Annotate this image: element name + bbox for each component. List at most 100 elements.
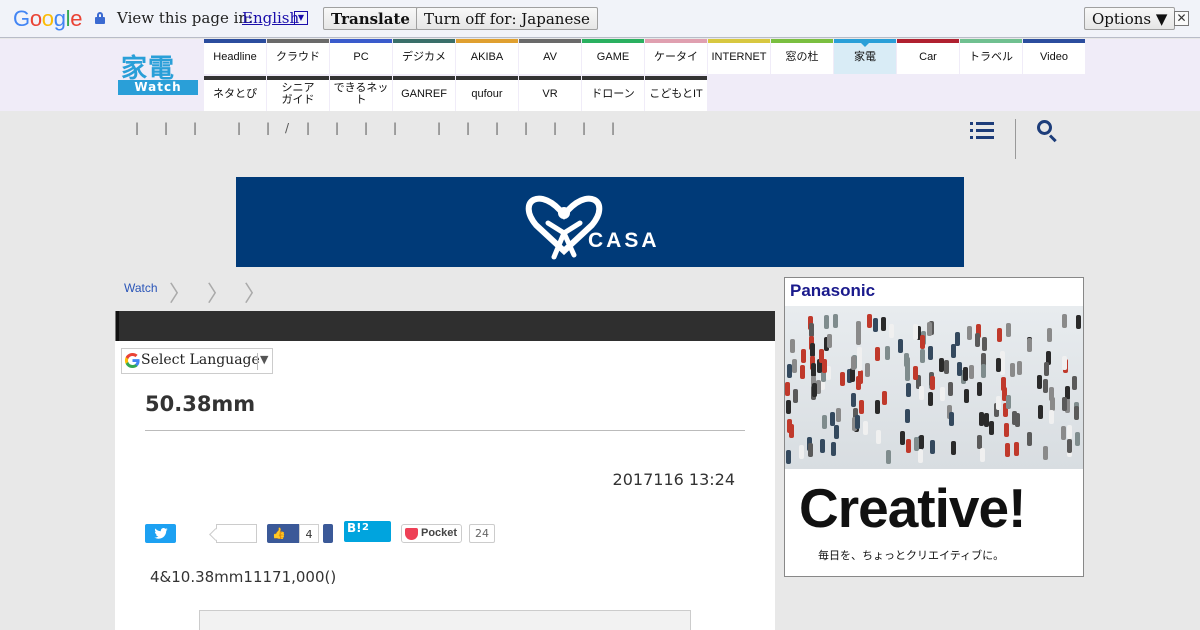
nav-item[interactable]: PC <box>330 39 392 74</box>
subnav: | | | | | / | | | | | | | | | | | <box>0 111 1200 171</box>
nav-item[interactable]: Video <box>1023 39 1085 74</box>
site-header: 家電 Watch Headline クラウド PC デジカメ AKIBA AV GAME ケー… <box>0 39 1200 111</box>
subnav-separator: | <box>495 121 500 135</box>
ad-photo-figure <box>886 450 891 464</box>
nav-label: 家電 <box>854 50 876 63</box>
nav-secondary-item[interactable]: できるネット <box>330 76 392 111</box>
ad-photo-figure <box>850 368 855 382</box>
nav-secondary-item[interactable]: ネタとぴ <box>204 76 266 111</box>
nav-secondary-label: シニア ガイド <box>281 81 315 106</box>
ad-photo-figure <box>824 315 829 329</box>
close-icon[interactable]: ✕ <box>1174 11 1189 26</box>
translate-language-link[interactable]: English <box>242 9 299 27</box>
secondary-nav: ネタとぴ シニア ガイド できるネット GANREF qufour VR ドローン こどもとI… <box>204 76 708 111</box>
twitter-share-button[interactable] <box>145 524 176 543</box>
nav-item[interactable]: クラウド <box>267 39 329 74</box>
nav-label: トラベル <box>969 50 1013 63</box>
ad-photo-figure <box>977 435 982 449</box>
hatena-bookmark-button[interactable]: B! 2 <box>344 521 391 542</box>
ad-photo-figure <box>830 412 835 426</box>
ad-photo-figure <box>930 376 935 390</box>
ad-photo-figure <box>789 424 794 438</box>
ad-photo-figure <box>856 331 861 345</box>
side-ad[interactable]: Panasonic Creative! 毎日を、ちょっとクリエイティブに。 <box>784 277 1084 577</box>
language-select[interactable]: Select Language ▼ <box>121 348 273 374</box>
ad-photo-figure <box>873 318 878 332</box>
ad-photo-figure <box>855 415 860 429</box>
subnav-separator: | <box>553 121 558 135</box>
ad-photo-figure <box>836 408 841 422</box>
nav-item[interactable]: ケータイ <box>645 39 707 74</box>
nav-label: GAME <box>596 50 630 63</box>
ad-photo-figure <box>1038 405 1043 419</box>
nav-item[interactable]: INTERNET <box>708 39 770 74</box>
nav-item[interactable]: AKIBA <box>456 39 518 74</box>
subnav-separator: | <box>524 121 529 135</box>
nav-label: Headline <box>213 50 257 63</box>
subnav-separator: | <box>437 121 442 135</box>
nav-secondary-item[interactable]: qufour <box>456 76 518 111</box>
ad-photo-figure <box>975 333 980 347</box>
banner-ad[interactable] <box>236 177 964 267</box>
nav-item[interactable]: 家電 <box>834 39 896 74</box>
nav-secondary-item[interactable]: GANREF <box>393 76 455 111</box>
nav-item[interactable]: AV <box>519 39 581 74</box>
ad-photo-figure <box>919 435 924 449</box>
ad-photo-figure <box>865 363 870 377</box>
nav-item[interactable]: デジカメ <box>393 39 455 74</box>
ad-photo-figure <box>1017 361 1022 375</box>
ad-photo-figure <box>955 332 960 346</box>
ad-photo-figure <box>1049 410 1054 424</box>
ad-photo-figure <box>1010 363 1015 377</box>
nav-secondary-item[interactable]: シニア ガイド <box>267 76 329 111</box>
ad-photo-figure <box>857 357 862 371</box>
article-image[interactable] <box>199 610 691 630</box>
nav-secondary-label: qufour <box>471 87 503 100</box>
nav-secondary-item[interactable]: ドローン <box>582 76 644 111</box>
ad-photo-figure <box>1067 439 1072 453</box>
ad-photo-figure <box>944 360 949 374</box>
ad-photo-figure <box>979 412 984 426</box>
ad-photo-figure <box>951 344 956 358</box>
ad-photo-figure <box>831 442 836 456</box>
facebook-like-button[interactable]: 👍 4 <box>267 524 319 543</box>
ad-photo-figure <box>905 367 910 381</box>
ad-photo <box>785 306 1083 469</box>
subnav-separator: | <box>266 121 271 135</box>
ad-photo-figure <box>809 323 814 337</box>
nav-item[interactable]: Headline <box>204 39 266 74</box>
nav-item[interactable]: トラベル <box>960 39 1022 74</box>
breadcrumb-chevron-icon: 〉 <box>207 282 230 307</box>
subnav-separator: | <box>335 121 340 135</box>
ad-photo-figure <box>928 392 933 406</box>
ad-photo-figure <box>820 439 825 453</box>
nav-secondary-item[interactable]: VR <box>519 76 581 111</box>
ad-photo-figure <box>1027 338 1032 352</box>
nav-item[interactable]: GAME <box>582 39 644 74</box>
nav-label: Video <box>1040 50 1068 63</box>
pocket-button[interactable]: Pocket <box>401 524 462 543</box>
turn-off-button[interactable]: Turn off for: Japanese <box>416 7 598 30</box>
ad-photo-figure <box>1043 379 1048 393</box>
ad-photo-figure <box>875 400 880 414</box>
ad-photo-figure <box>964 389 969 403</box>
search-icon[interactable] <box>1037 120 1059 143</box>
nav-secondary-label: VR <box>542 87 558 100</box>
options-button[interactable]: Options ▼ <box>1084 7 1176 30</box>
nav-secondary-item[interactable]: こどもとIT <box>645 76 707 111</box>
ad-photo-figure <box>1043 446 1048 460</box>
ad-photo-figure <box>801 349 806 363</box>
casa-heart-logo-icon <box>525 195 603 260</box>
ad-photo-figure <box>1076 315 1081 329</box>
hatena-label: B! <box>347 521 362 535</box>
menu-icon[interactable] <box>970 121 994 141</box>
nav-label: Car <box>919 50 937 63</box>
nav-secondary-label: こどもとIT <box>649 87 703 100</box>
nav-item[interactable]: 窓の杜 <box>771 39 833 74</box>
site-logo[interactable]: 家電 Watch <box>118 52 198 95</box>
nav-item[interactable]: Car <box>897 39 959 74</box>
language-dropdown-icon[interactable]: ▼ <box>294 11 308 25</box>
breadcrumb-watch[interactable]: Watch <box>124 281 158 295</box>
translate-button[interactable]: Translate <box>323 7 418 30</box>
facebook-share-button[interactable] <box>323 524 333 543</box>
